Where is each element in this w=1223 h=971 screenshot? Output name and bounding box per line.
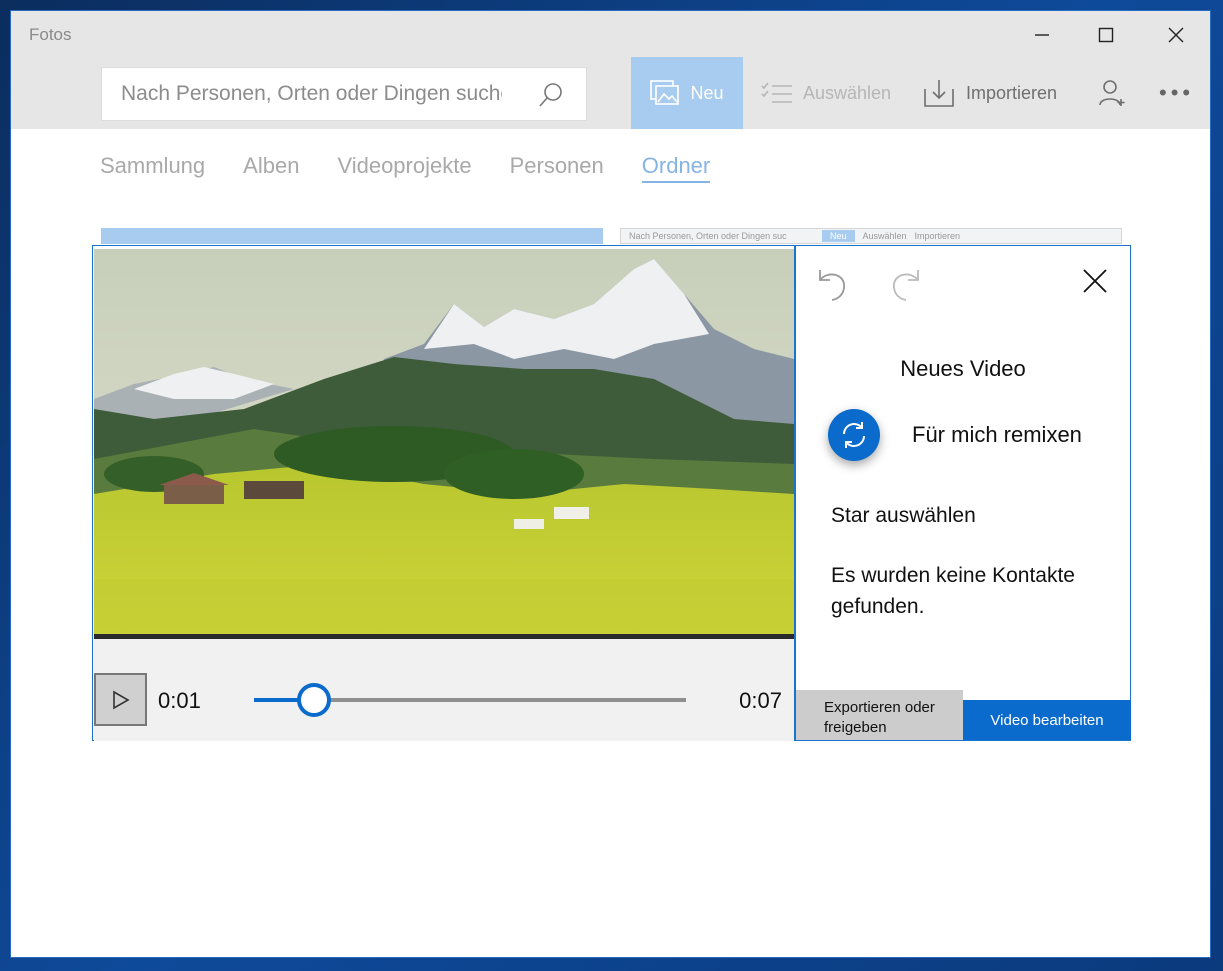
- select-button-label: Auswählen: [803, 82, 892, 103]
- thumbnail-search-text: Nach Personen, Orten oder Dingen suc: [629, 231, 787, 241]
- edit-video-button[interactable]: Video bearbeiten: [963, 700, 1131, 740]
- search-box[interactable]: [101, 67, 587, 121]
- import-icon: [924, 80, 954, 107]
- photo-new-icon: [650, 80, 680, 105]
- play-button[interactable]: [94, 673, 147, 726]
- undo-icon[interactable]: [818, 268, 848, 307]
- close-button[interactable]: [1153, 15, 1199, 55]
- video-preview[interactable]: [94, 249, 794, 634]
- import-button-label: Importieren: [966, 82, 1058, 103]
- thumbnail-left[interactable]: [101, 228, 603, 244]
- tab-collection[interactable]: Sammlung: [100, 153, 205, 183]
- new-button[interactable]: Neu: [631, 57, 743, 129]
- player-controls: 0:01 0:07: [94, 639, 794, 741]
- thumbnail-import-label: Importieren: [914, 231, 961, 241]
- add-person-icon: [1099, 80, 1125, 106]
- close-icon: [1168, 27, 1184, 43]
- new-button-label: Neu: [690, 82, 724, 103]
- tab-albums[interactable]: Alben: [243, 153, 299, 183]
- import-button[interactable]: Importieren: [924, 57, 1057, 129]
- panel-title: Neues Video: [900, 356, 1026, 381]
- seek-slider-thumb[interactable]: [297, 683, 332, 717]
- video-frame-image: [94, 249, 794, 634]
- remix-icon: [843, 422, 865, 448]
- export-share-button[interactable]: Exportieren oder freigeben: [796, 690, 963, 740]
- maximize-button[interactable]: [1083, 15, 1129, 55]
- select-button[interactable]: Auswählen: [761, 57, 891, 129]
- star-select-label: Star auswählen: [831, 504, 976, 527]
- maximize-icon: [1098, 27, 1114, 43]
- photos-window: Fotos Neu: [10, 10, 1211, 958]
- new-video-dialog: 0:01 0:07 Neues Video Für mich remixen S…: [92, 245, 1131, 741]
- close-panel-icon[interactable]: [1082, 268, 1108, 299]
- remix-button[interactable]: [828, 409, 880, 461]
- total-time: 0:07: [739, 688, 782, 713]
- minimize-button[interactable]: [1019, 15, 1065, 55]
- thumbnail-new-label: Neu: [822, 230, 855, 242]
- tab-people[interactable]: Personen: [510, 153, 604, 183]
- remix-label: Für mich remixen: [912, 422, 1082, 447]
- add-person-button[interactable]: [1099, 57, 1127, 129]
- thumbnail-right[interactable]: Nach Personen, Orten oder Dingen suc Neu…: [620, 228, 1122, 244]
- more-button[interactable]: •••: [1159, 57, 1194, 129]
- remix-row[interactable]: Für mich remixen: [828, 409, 1082, 461]
- tab-video-projects[interactable]: Videoprojekte: [337, 153, 471, 183]
- redo-icon[interactable]: [890, 268, 920, 307]
- title-bar: Fotos Neu: [11, 11, 1210, 129]
- checklist-icon: [761, 82, 792, 103]
- more-icon: •••: [1159, 80, 1195, 105]
- tab-folders[interactable]: Ordner: [641, 153, 711, 183]
- no-contacts-message: Es wurden keine Kontakte gefunden.: [831, 564, 1075, 618]
- minimize-icon: [1035, 34, 1049, 36]
- play-icon: [112, 690, 130, 709]
- search-icon[interactable]: [538, 82, 564, 113]
- search-input[interactable]: [102, 68, 502, 120]
- new-video-panel: Neues Video Für mich remixen Star auswäh…: [794, 246, 1131, 740]
- seek-slider[interactable]: [254, 683, 686, 717]
- app-title: Fotos: [29, 25, 72, 44]
- nav-tabs: Sammlung Alben Videoprojekte Personen Or…: [100, 153, 711, 183]
- thumbnail-select-label: Auswählen: [862, 231, 907, 241]
- current-time: 0:01: [158, 688, 201, 713]
